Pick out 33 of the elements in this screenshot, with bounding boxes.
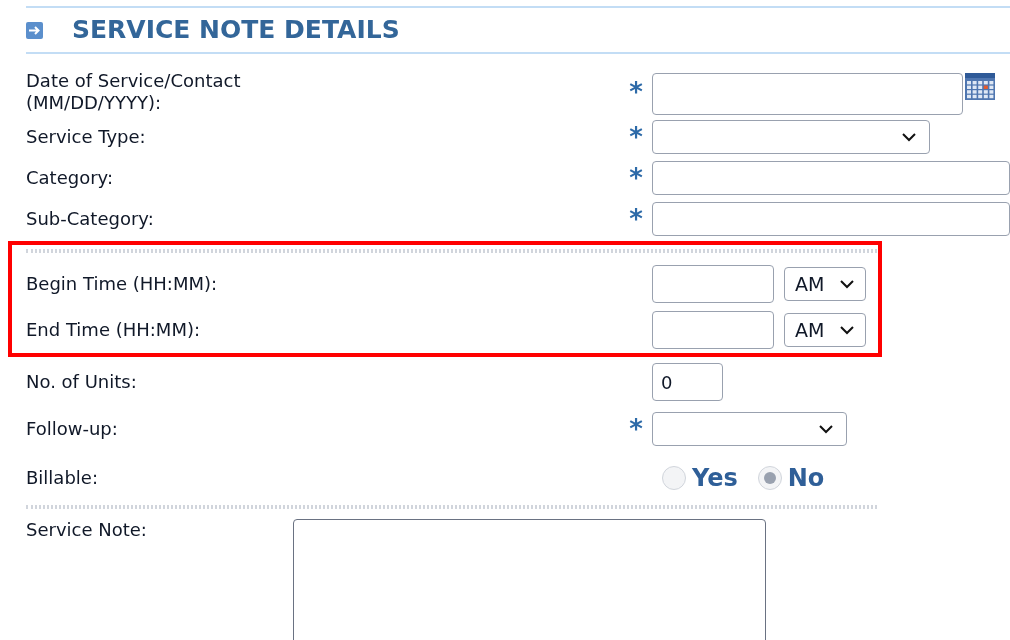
field-label: End Time (HH:MM): [26, 319, 201, 341]
required-asterisk: * [629, 164, 643, 191]
field-label: Service Note: [26, 519, 148, 542]
field-label: Begin Time (HH:MM): [26, 273, 219, 295]
chevron-down-icon [839, 279, 855, 289]
required-asterisk: * [629, 416, 643, 442]
chevron-down-icon [818, 424, 834, 434]
radio-label: No [787, 463, 825, 494]
dropdown[interactable] [652, 412, 847, 446]
time-input[interactable] [652, 311, 774, 349]
field-label: Date of Service/Contact (MM/DD/YYYY): [26, 70, 242, 114]
radio-label: Yes [692, 463, 738, 494]
required-asterisk: * [629, 79, 643, 105]
required-asterisk: * [629, 205, 643, 232]
field-label: Sub-Category: [26, 207, 155, 230]
chevron-down-icon [901, 131, 917, 142]
section-title: SERVICE NOTE DETAILS [72, 14, 400, 47]
field-label: Billable: [26, 467, 99, 489]
am-pm-dropdown[interactable]: AM [784, 267, 866, 301]
units-input[interactable]: 0 [652, 363, 723, 401]
required-asterisk: * [629, 123, 643, 150]
field-label: Follow-up: [26, 418, 119, 440]
text-input[interactable] [652, 160, 1010, 195]
am-pm-dropdown[interactable]: AM [784, 313, 866, 347]
dropdown[interactable] [652, 119, 930, 154]
time-input[interactable] [652, 265, 774, 303]
field-label: Service Type: [26, 125, 147, 148]
arrow-right-icon [26, 21, 43, 39]
field-label: No. of Units: [26, 371, 138, 393]
text-input[interactable] [652, 201, 1010, 236]
field-label: Category: [26, 166, 114, 189]
chevron-down-icon [839, 325, 855, 335]
date-input[interactable] [652, 72, 963, 115]
